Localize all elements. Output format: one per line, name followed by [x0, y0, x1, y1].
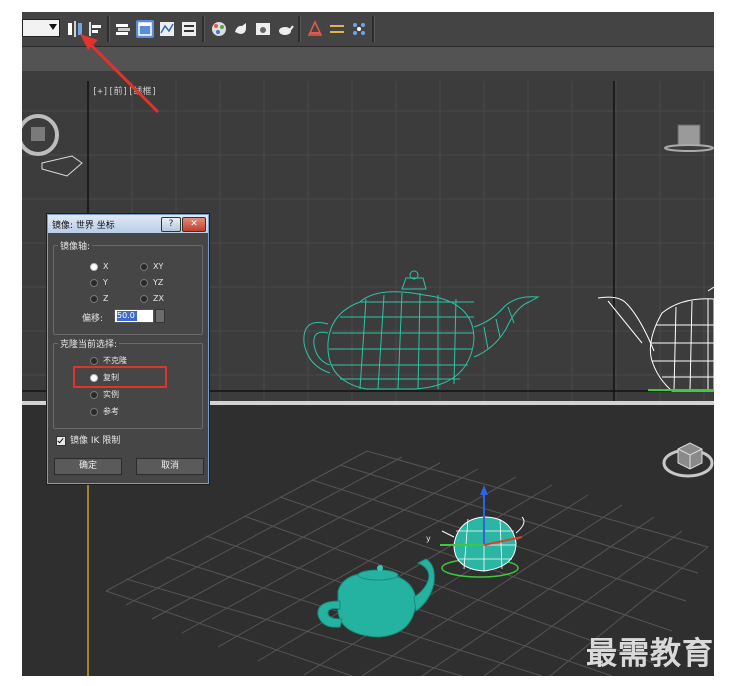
- render-teapot-icon[interactable]: [276, 20, 294, 38]
- offset-spinner[interactable]: [155, 309, 165, 323]
- toolbar-separator: [298, 16, 301, 42]
- mirror-dialog: 镜像: 世界 坐标 ? ✕ 镜像轴: X XY Y YZ Z ZX 偏移: 50…: [47, 214, 209, 484]
- main-toolbar: [22, 12, 714, 47]
- watermark: 最需教育: [586, 636, 714, 672]
- offset-input[interactable]: 50.0: [114, 309, 154, 323]
- cancel-button[interactable]: 取消: [136, 458, 204, 475]
- toolbar-separator: [372, 16, 375, 42]
- radio-dot: [140, 294, 148, 303]
- axis-z-radio[interactable]: Z: [90, 293, 108, 305]
- radio-dot: [90, 356, 98, 365]
- copy-option-highlight: [73, 366, 167, 388]
- close-button[interactable]: ✕: [182, 217, 206, 232]
- help-button[interactable]: ?: [161, 217, 181, 232]
- material-editor-icon[interactable]: [210, 20, 228, 38]
- layer-icon[interactable]: [114, 20, 132, 38]
- clone-group-label: 克隆当前选择:: [58, 337, 120, 350]
- selection-set-dropdown[interactable]: [22, 19, 60, 37]
- scene-explorer-icon[interactable]: [136, 20, 154, 38]
- mirror-ik-checkbox[interactable]: 镜像 IK 限制: [56, 433, 120, 446]
- schematic-icon[interactable]: [180, 20, 198, 38]
- chevron-down-icon: [49, 24, 57, 30]
- render-setup-icon[interactable]: [232, 20, 250, 38]
- align-icon[interactable]: [86, 20, 104, 38]
- reference-radio[interactable]: 参考: [90, 406, 119, 418]
- radio-dot: [90, 390, 98, 399]
- radio-dot: [140, 278, 148, 287]
- axis-x-radio[interactable]: X: [90, 261, 108, 273]
- viewport-label[interactable]: [+][前][线框]: [92, 84, 157, 97]
- svg-text:y: y: [426, 534, 431, 543]
- viewport-strip: [22, 71, 714, 81]
- radio-dot: [90, 407, 98, 416]
- radio-dot: [140, 262, 148, 271]
- instance-radio[interactable]: 实例: [90, 389, 119, 401]
- axis-yz-radio[interactable]: YZ: [140, 277, 163, 289]
- offset-value: 50.0: [117, 311, 137, 321]
- mirror-icon[interactable]: [66, 20, 84, 38]
- radio-dot: [90, 278, 98, 287]
- render-frame-icon[interactable]: [254, 20, 272, 38]
- checkbox-checked-icon: [56, 435, 66, 446]
- toolbar-separator: [107, 16, 110, 42]
- xref-icon[interactable]: [306, 20, 324, 38]
- curve-editor-icon[interactable]: [158, 20, 176, 38]
- array-icon[interactable]: [350, 20, 368, 38]
- radio-dot: [90, 262, 98, 271]
- ribbon-bar: [22, 47, 714, 71]
- dialog-titlebar[interactable]: 镜像: 世界 坐标 ? ✕: [48, 215, 208, 233]
- snaps-icon[interactable]: [328, 20, 346, 38]
- axis-zx-radio[interactable]: ZX: [140, 293, 164, 305]
- mirror-axis-group-label: 镜像轴:: [58, 239, 93, 252]
- axis-y-radio[interactable]: Y: [90, 277, 108, 289]
- offset-label: 偏移:: [82, 314, 104, 324]
- ok-button[interactable]: 确定: [54, 458, 122, 475]
- toolbar-separator: [202, 16, 205, 42]
- axis-xy-radio[interactable]: XY: [140, 261, 163, 273]
- radio-dot: [90, 294, 98, 303]
- dialog-title: 镜像: 世界 坐标: [52, 221, 115, 231]
